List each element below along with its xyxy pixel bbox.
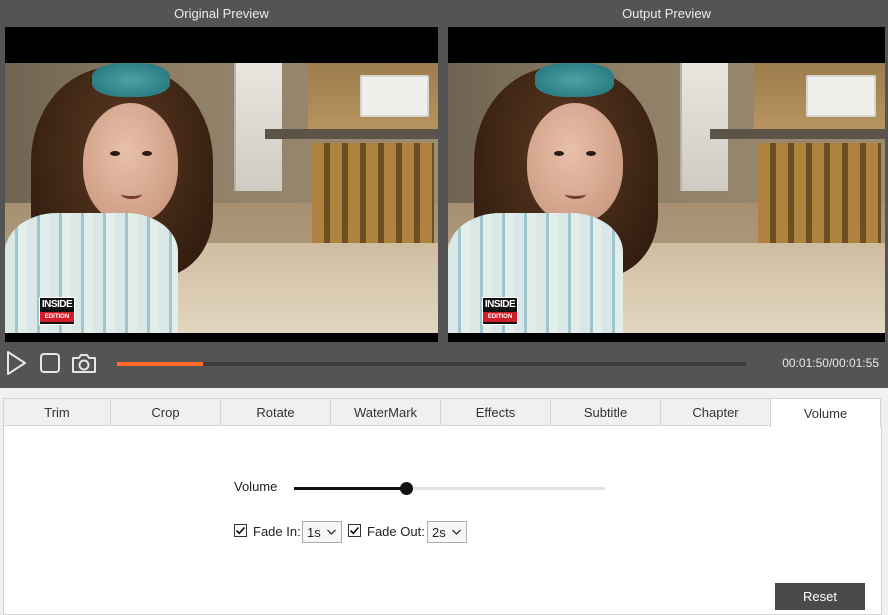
stop-icon [40,353,60,373]
snapshot-button[interactable] [71,350,97,376]
fade-out-checkbox[interactable] [348,524,361,537]
volume-slider-thumb[interactable] [399,482,413,495]
fade-out-value: 2s [432,524,446,540]
video-frame: INSIDE EDITION [448,63,885,333]
fade-in-label: Fade In: [253,524,301,539]
tab-crop[interactable]: Crop [110,398,221,426]
tab-effects[interactable]: Effects [440,398,551,426]
play-icon [7,351,26,375]
time-readout: 00:01:50/00:01:55 [782,356,879,370]
stop-button[interactable] [37,350,63,376]
tab-trim[interactable]: Trim [3,398,111,426]
original-preview-title: Original Preview [174,6,269,21]
chevron-down-icon [327,529,336,535]
timeline-slider[interactable] [117,362,746,366]
preview-area: Original Preview Output Preview INSIDE E… [0,0,888,388]
volume-slider[interactable] [294,482,605,495]
fade-out-select[interactable]: 2s [427,521,467,543]
camera-icon [72,354,96,373]
tab-volume[interactable]: Volume [770,398,881,427]
watermark-logo: INSIDE EDITION [39,297,75,325]
output-preview-title: Output Preview [622,6,711,21]
volume-slider-fill [294,487,406,490]
volume-label: Volume [234,479,278,494]
fade-in-value: 1s [307,524,321,540]
video-frame: INSIDE EDITION [5,63,438,333]
play-button[interactable] [3,350,29,376]
watermark-logo: INSIDE EDITION [482,297,518,325]
checkmark-icon [235,526,246,535]
fade-in-select[interactable]: 1s [302,521,342,543]
tab-chapter[interactable]: Chapter [660,398,771,426]
output-video: INSIDE EDITION [448,27,885,342]
fade-out-label: Fade Out: [367,524,425,539]
tab-rotate[interactable]: Rotate [220,398,331,426]
tab-watermark[interactable]: WaterMark [330,398,441,426]
volume-panel: Volume Fade In: 1s Fade Out: 2s Reset [3,425,882,615]
tab-subtitle[interactable]: Subtitle [550,398,661,426]
fade-in-checkbox[interactable] [234,524,247,537]
tab-bar: Trim Crop Rotate WaterMark Effects Subti… [3,398,881,427]
timeline-progress [117,362,204,366]
original-video: INSIDE EDITION [5,27,438,342]
reset-button[interactable]: Reset [775,583,865,610]
chevron-down-icon [452,529,461,535]
checkmark-icon [349,526,360,535]
